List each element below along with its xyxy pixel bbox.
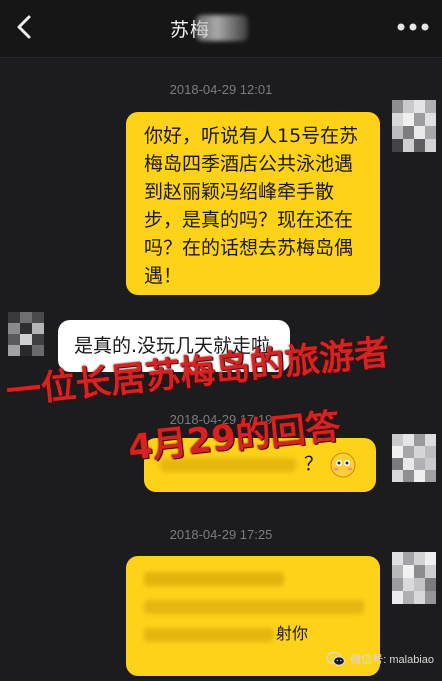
watermark-text: 微信号: malabiao	[350, 654, 434, 666]
timestamp: 2018-04-29 12:01	[169, 82, 273, 97]
chat-title: 苏梅	[170, 12, 249, 44]
title-redaction	[196, 15, 249, 41]
user-avatar-pixelated[interactable]	[392, 100, 436, 152]
message-text: 你好，听说有人15号在苏梅岛四季酒店公共泳池遇到赵丽颖冯绍峰牵手散步，是真的吗？…	[144, 125, 359, 287]
user-avatar-pixelated[interactable]	[392, 552, 436, 604]
timestamp: 2018-04-29 17:25	[169, 527, 273, 542]
emoji-smile-icon	[330, 452, 356, 478]
redacted-text	[144, 572, 284, 586]
outgoing-message-bubble[interactable]: 你好，听说有人15号在苏梅岛四季酒店公共泳池遇到赵丽颖冯绍峰牵手散步，是真的吗？…	[126, 112, 380, 295]
redacted-text	[144, 628, 274, 642]
message-text: ？	[304, 453, 324, 475]
message-text: 射你	[276, 624, 309, 643]
wechat-watermark: 微信号: malabiao	[326, 651, 434, 667]
redacted-text	[144, 600, 364, 614]
more-options-icon[interactable]	[396, 20, 430, 34]
top-bar: 苏梅	[0, 0, 442, 58]
contact-avatar-pixelated[interactable]	[8, 312, 44, 356]
wechat-icon	[326, 651, 346, 666]
back-arrow-icon[interactable]	[10, 12, 40, 42]
